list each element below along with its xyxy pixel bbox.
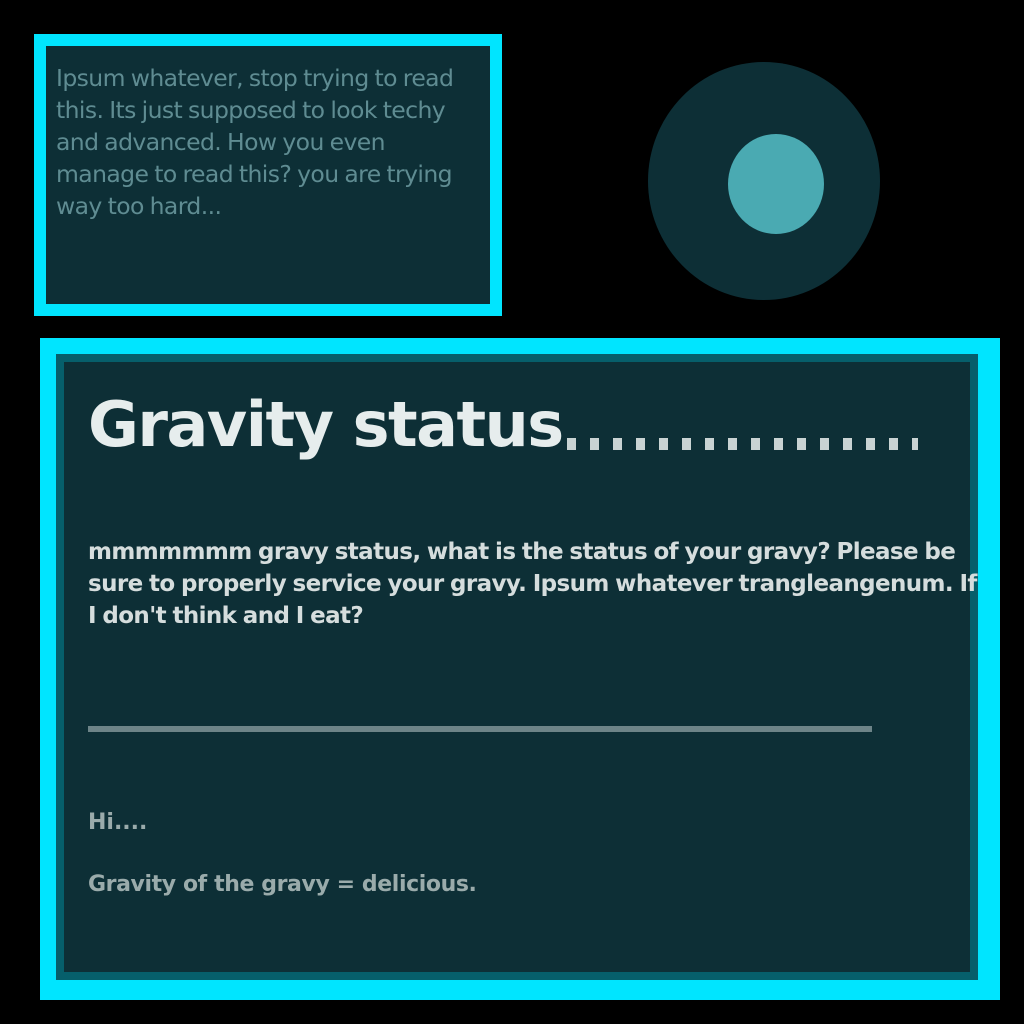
status-note-long: Gravity of the gravy = delicious. [88,872,477,897]
title-row: Gravity status [88,390,918,460]
orb-core [728,134,824,234]
status-body-text: mmmmmmm gravy status, what is the status… [88,539,977,629]
status-note-short: Hi.... [88,810,148,835]
orb-icon [648,62,880,300]
info-panel: Ipsum whatever, stop trying to read this… [34,34,502,316]
screen: Ipsum whatever, stop trying to read this… [0,0,1024,1024]
panel-title: Gravity status [88,388,564,461]
status-panel: Gravity status mmmmmmm gravy status, wha… [40,338,1000,1000]
title-dot-leader [566,438,918,450]
divider [88,726,872,732]
info-panel-text: Ipsum whatever, stop trying to read this… [56,64,454,220]
